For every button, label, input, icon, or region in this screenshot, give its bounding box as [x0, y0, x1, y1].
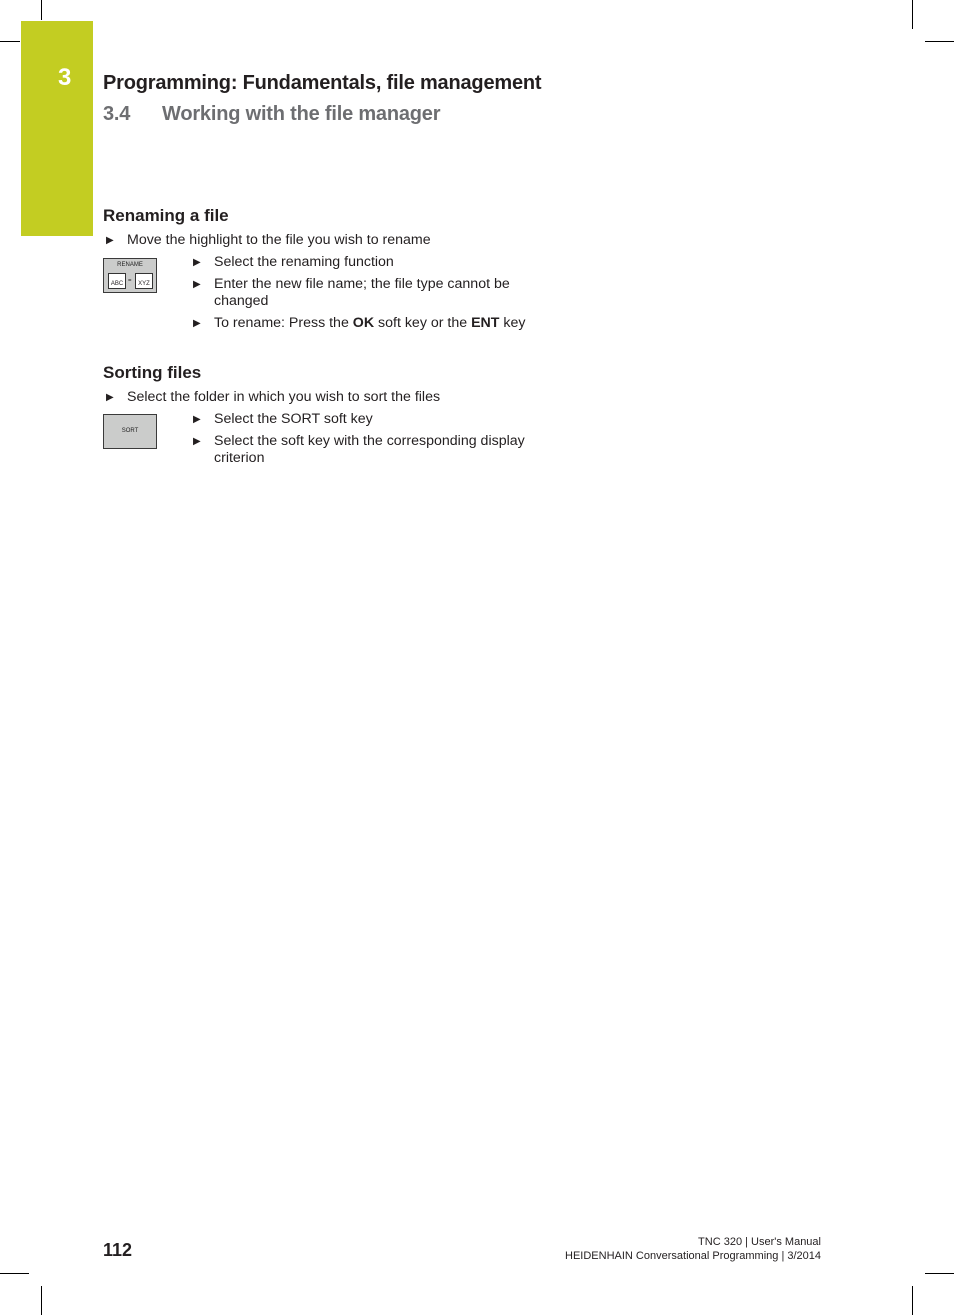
sorting-heading: Sorting files [103, 363, 202, 382]
rename-softkey: RENAME ABC = XYZ [103, 258, 157, 293]
arrow-icon: ▶ [193, 257, 201, 268]
section-number: 3.4 [103, 103, 131, 125]
arrow-icon: ▶ [193, 414, 201, 425]
chapter-tab [21, 21, 93, 236]
footer-line-2: HEIDENHAIN Conversational Programming | … [565, 1250, 821, 1262]
section-title: 3.4 Working with the file manager [103, 103, 441, 126]
page-number: 112 [103, 1240, 133, 1260]
equals-sign: = [128, 278, 132, 284]
crop-mark [41, 0, 42, 20]
arrow-icon: ▶ [193, 279, 201, 290]
arrow-icon: ▶ [106, 392, 114, 403]
footer-info: TNC 320 | User's Manual HEIDENHAIN Conve… [565, 1235, 821, 1263]
crop-mark [912, 0, 913, 29]
crop-mark [41, 1286, 42, 1315]
crop-mark [0, 1273, 29, 1274]
rename-softkey-label: RENAME [117, 262, 143, 268]
crop-mark [912, 1286, 913, 1315]
chapter-title: Programming: Fundamentals, file manageme… [103, 72, 542, 94]
chapter-number: 3 [58, 64, 72, 91]
footer-line-1: TNC 320 | User's Manual [698, 1236, 821, 1248]
renaming-step-4: ▶ To rename: Press the OK soft key or th… [193, 315, 526, 331]
renaming-heading: Renaming a file [103, 206, 229, 225]
file-abc-icon: ABC [108, 273, 126, 289]
sorting-step-2: ▶ Select the SORT soft key [193, 411, 373, 427]
crop-mark [0, 41, 20, 42]
renaming-step-3: ▶ Enter the new file name; the file type… [193, 276, 510, 309]
arrow-icon: ▶ [106, 235, 114, 246]
renaming-step-1: ▶ Move the highlight to the file you wis… [106, 232, 431, 248]
file-xyz-icon: XYZ [135, 273, 153, 289]
crop-mark [925, 41, 954, 42]
crop-mark [925, 1273, 954, 1274]
section-title-text: Working with the file manager [162, 103, 441, 125]
renaming-step-2: ▶ Select the renaming function [193, 254, 394, 270]
sorting-step-1: ▶ Select the folder in which you wish to… [106, 389, 441, 405]
sort-softkey-label: SORT [121, 428, 139, 434]
ok-key-label: OK [352, 315, 375, 331]
sort-softkey: SORT [103, 414, 157, 449]
arrow-icon: ▶ [193, 318, 201, 329]
sorting-step-3: ▶ Select the soft key with the correspon… [193, 433, 525, 466]
arrow-icon: ▶ [193, 436, 201, 447]
ent-key-label: ENT [471, 315, 500, 331]
